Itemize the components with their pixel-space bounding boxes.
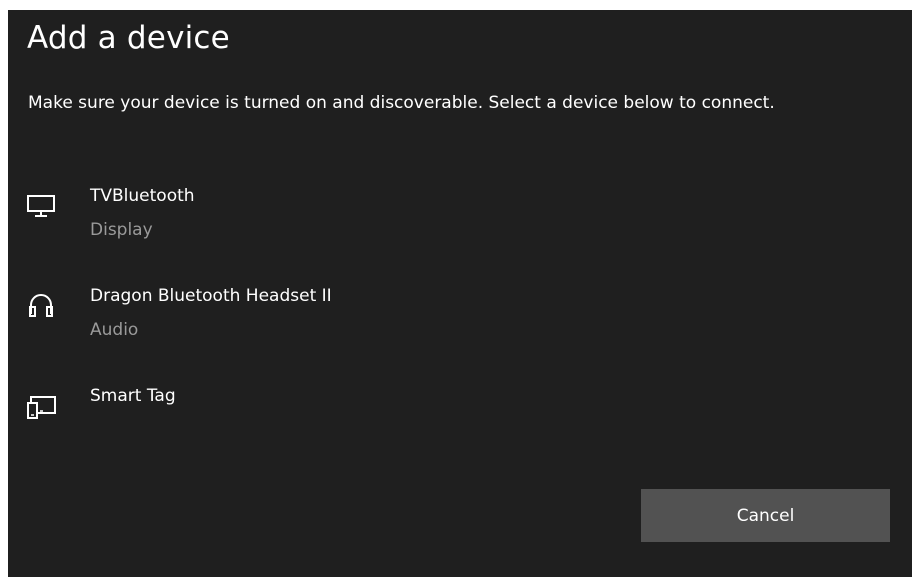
device-item-tvbluetooth[interactable]: TVBluetooth Display	[8, 180, 868, 254]
add-device-dialog: Add a device Make sure your device is tu…	[8, 10, 912, 577]
cancel-button[interactable]: Cancel	[641, 489, 890, 542]
monitor-icon	[26, 190, 56, 220]
device-name: Dragon Bluetooth Headset II	[90, 286, 332, 306]
device-item-dragon-headset[interactable]: Dragon Bluetooth Headset II Audio	[8, 280, 868, 354]
headphones-icon	[26, 290, 56, 320]
device-name: Smart Tag	[90, 386, 176, 406]
device-item-smart-tag[interactable]: Smart Tag	[8, 380, 868, 454]
devices-icon	[26, 390, 56, 420]
dialog-instructions: Make sure your device is turned on and d…	[28, 93, 775, 113]
device-type: Display	[90, 220, 153, 240]
device-type: Audio	[90, 320, 139, 340]
device-name: TVBluetooth	[90, 186, 195, 206]
dialog-title: Add a device	[27, 20, 230, 56]
